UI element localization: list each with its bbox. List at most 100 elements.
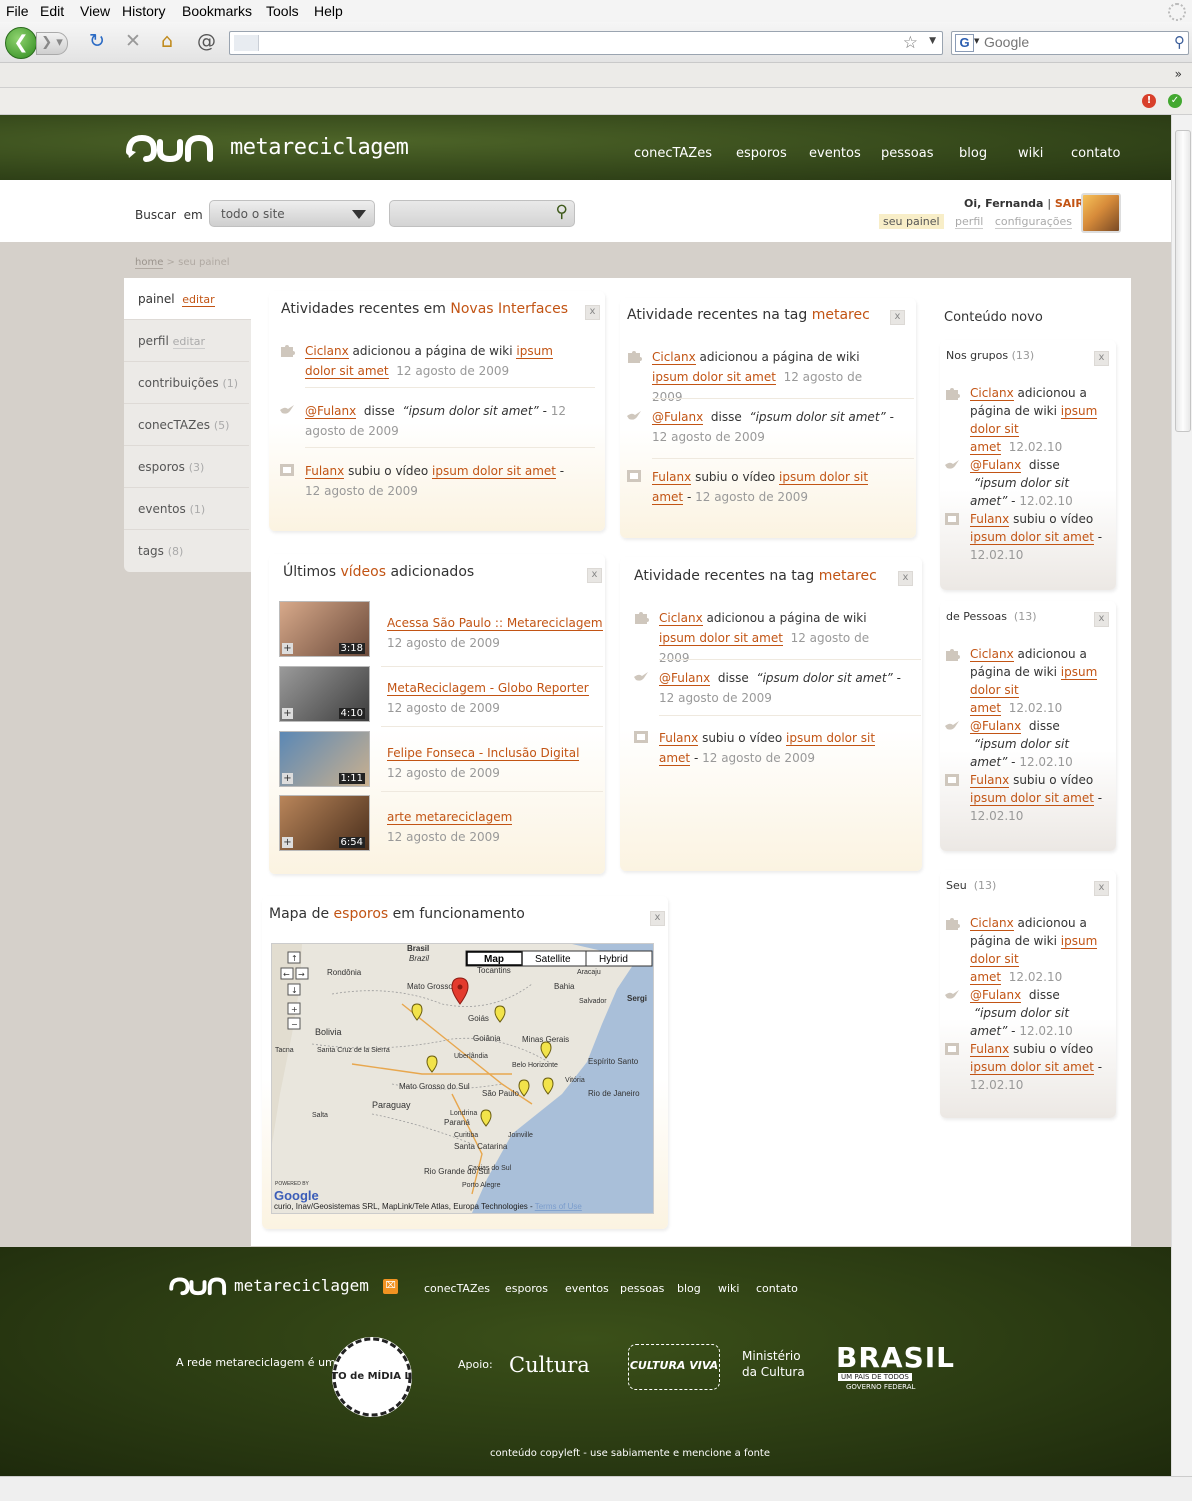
user-link[interactable]: @Fulanx bbox=[652, 410, 704, 425]
video-title-link[interactable]: MetaReciclagem - Globo Reporter bbox=[387, 681, 589, 696]
back-button[interactable]: ❮ bbox=[5, 27, 37, 59]
footer-site-name[interactable]: metareciclagem bbox=[234, 1276, 369, 1295]
browser-search-input[interactable] bbox=[984, 33, 1164, 51]
nav-wiki[interactable]: wiki bbox=[1018, 146, 1043, 161]
link-configuracoes[interactable]: configurações bbox=[994, 215, 1072, 229]
hybrid-button[interactable]: Hybrid bbox=[599, 954, 628, 965]
user-link[interactable]: Ciclanx bbox=[970, 916, 1014, 931]
browser-search-box[interactable]: G ▼ ⚲ bbox=[951, 31, 1189, 55]
footer-nav-pessoas[interactable]: pessoas bbox=[620, 1282, 664, 1295]
terms-link[interactable]: Terms of Use bbox=[535, 1202, 583, 1211]
video-title-link[interactable]: Acessa São Paulo :: Metareciclagem bbox=[387, 616, 603, 631]
sidebar-item-perfil[interactable]: perfil editar bbox=[124, 320, 249, 362]
wiki-link[interactable]: ipsum dolor sit amet bbox=[652, 370, 776, 385]
rss-icon[interactable]: ⌧ bbox=[383, 1279, 398, 1294]
search-icon[interactable]: ⚲ bbox=[556, 202, 568, 222]
user-link[interactable]: @Fulanx bbox=[659, 671, 711, 686]
user-link[interactable]: @Fulanx bbox=[970, 719, 1022, 734]
wiki-link[interactable]: ipsum dolor sit amet bbox=[659, 631, 783, 646]
video-link[interactable]: ipsum dolor sit amet bbox=[970, 1060, 1094, 1075]
sponsor-ministerio[interactable]: Ministério bbox=[742, 1349, 801, 1363]
footer-nav-conectazes[interactable]: conecTAZes bbox=[424, 1282, 490, 1295]
sidebar-item-conectazes[interactable]: conecTAZes (5) bbox=[124, 404, 249, 446]
close-button[interactable]: x bbox=[1094, 881, 1109, 896]
video-title-link[interactable]: arte metareciclagem bbox=[387, 810, 513, 825]
menu-history[interactable]: History bbox=[122, 3, 166, 19]
footer-nav-blog[interactable]: blog bbox=[677, 1282, 701, 1295]
page-scrollbar[interactable] bbox=[1171, 115, 1192, 1476]
user-link[interactable]: Fulanx bbox=[652, 470, 692, 485]
ponto-midia-livre-logo[interactable]: PONTO de MÍDIA LIVRE bbox=[307, 1337, 437, 1417]
user-link[interactable]: @Fulanx bbox=[305, 404, 357, 419]
sponsor-cultura-viva[interactable]: CULTURA VIVA bbox=[628, 1344, 720, 1390]
check-icon[interactable]: ✓ bbox=[1168, 94, 1182, 108]
map-canvas[interactable]: Brasil Brazil Tocantins Rondônia Mato Gr… bbox=[272, 944, 653, 1213]
user-link[interactable]: @Fulanx bbox=[970, 988, 1022, 1003]
scrollbar-thumb[interactable] bbox=[1175, 130, 1191, 432]
stop-icon[interactable]: ✕ bbox=[125, 30, 141, 52]
close-button[interactable]: x bbox=[890, 310, 905, 325]
sidebar-item-tags[interactable]: tags (8) bbox=[124, 530, 249, 571]
footer-logo-icon[interactable] bbox=[168, 1275, 228, 1297]
close-button[interactable]: x bbox=[585, 305, 600, 320]
error-icon[interactable]: ! bbox=[1142, 94, 1156, 108]
metareciclagem-logo-icon[interactable] bbox=[124, 132, 216, 164]
user-link[interactable]: Fulanx bbox=[659, 731, 699, 746]
user-link[interactable]: Fulanx bbox=[970, 1042, 1010, 1057]
menu-tools[interactable]: Tools bbox=[266, 3, 299, 19]
menu-view[interactable]: View bbox=[80, 3, 110, 19]
link-perfil[interactable]: perfil bbox=[955, 215, 984, 229]
bookmark-star-icon[interactable]: ☆ bbox=[903, 33, 918, 53]
avatar[interactable] bbox=[1081, 193, 1121, 233]
chevron-right-icon[interactable]: » bbox=[1175, 67, 1182, 81]
sponsor-da-cultura[interactable]: da Cultura bbox=[742, 1365, 805, 1379]
nav-eventos[interactable]: eventos bbox=[809, 146, 861, 161]
reload-icon[interactable]: ↻ bbox=[89, 30, 105, 52]
satellite-button[interactable]: Satellite bbox=[535, 954, 571, 965]
footer-nav-esporos[interactable]: esporos bbox=[505, 1282, 548, 1295]
video-link[interactable]: ipsum dolor sit amet bbox=[432, 464, 556, 479]
menu-edit[interactable]: Edit bbox=[40, 3, 64, 19]
user-link[interactable]: Fulanx bbox=[970, 773, 1010, 788]
menu-bookmarks[interactable]: Bookmarks bbox=[182, 3, 252, 19]
sidebar-item-esporos[interactable]: esporos (3) bbox=[124, 446, 249, 488]
site-search-input[interactable]: ⚲ bbox=[389, 200, 575, 227]
video-thumbnail[interactable]: + 3:18 bbox=[279, 601, 370, 657]
home-icon[interactable]: ⌂ bbox=[161, 30, 173, 52]
nav-blog[interactable]: blog bbox=[959, 146, 987, 161]
at-icon[interactable]: @ bbox=[197, 30, 216, 52]
site-name[interactable]: metareciclagem bbox=[230, 135, 409, 160]
close-button[interactable]: x bbox=[587, 568, 602, 583]
breadcrumb-home[interactable]: home bbox=[135, 257, 164, 269]
close-button[interactable]: x bbox=[1094, 612, 1109, 627]
user-link[interactable]: Ciclanx bbox=[652, 350, 696, 365]
user-link[interactable]: Ciclanx bbox=[305, 344, 349, 359]
user-link[interactable]: Ciclanx bbox=[970, 647, 1014, 662]
logout-link[interactable]: SAIR bbox=[1055, 197, 1084, 210]
footer-nav-wiki[interactable]: wiki bbox=[718, 1282, 739, 1295]
add-icon[interactable]: + bbox=[282, 708, 293, 719]
sponsor-cultura[interactable]: Cultura bbox=[509, 1353, 590, 1377]
close-button[interactable]: x bbox=[898, 571, 913, 586]
sponsor-brasil[interactable]: BRASIL bbox=[836, 1341, 955, 1374]
video-thumbnail[interactable]: + 6:54 bbox=[279, 795, 370, 851]
search-scope-select[interactable]: todo o site bbox=[209, 200, 375, 227]
sidebar-item-painel[interactable]: painel editar bbox=[124, 278, 251, 320]
close-button[interactable]: x bbox=[650, 911, 665, 926]
nav-contato[interactable]: contato bbox=[1071, 146, 1120, 161]
user-link[interactable]: Ciclanx bbox=[970, 386, 1014, 401]
forward-button[interactable]: ❯ ▾ bbox=[36, 32, 68, 55]
user-link[interactable]: Fulanx bbox=[970, 512, 1010, 527]
nav-esporos[interactable]: esporos bbox=[736, 146, 787, 161]
nav-conectazes[interactable]: conecTAZes bbox=[634, 146, 712, 161]
add-icon[interactable]: + bbox=[282, 773, 293, 784]
search-icon[interactable]: ⚲ bbox=[1174, 33, 1185, 51]
url-dropdown-icon[interactable]: ▼ bbox=[929, 36, 936, 46]
menu-file[interactable]: File bbox=[6, 3, 29, 19]
video-title-link[interactable]: Felipe Fonseca - Inclusão Digital bbox=[387, 746, 580, 761]
nav-pessoas[interactable]: pessoas bbox=[881, 146, 934, 161]
user-link[interactable]: Fulanx bbox=[305, 464, 345, 479]
close-button[interactable]: x bbox=[1094, 351, 1109, 366]
sidebar-item-contribuicoes[interactable]: contribuições (1) bbox=[124, 362, 249, 404]
user-link[interactable]: @Fulanx bbox=[970, 458, 1022, 473]
